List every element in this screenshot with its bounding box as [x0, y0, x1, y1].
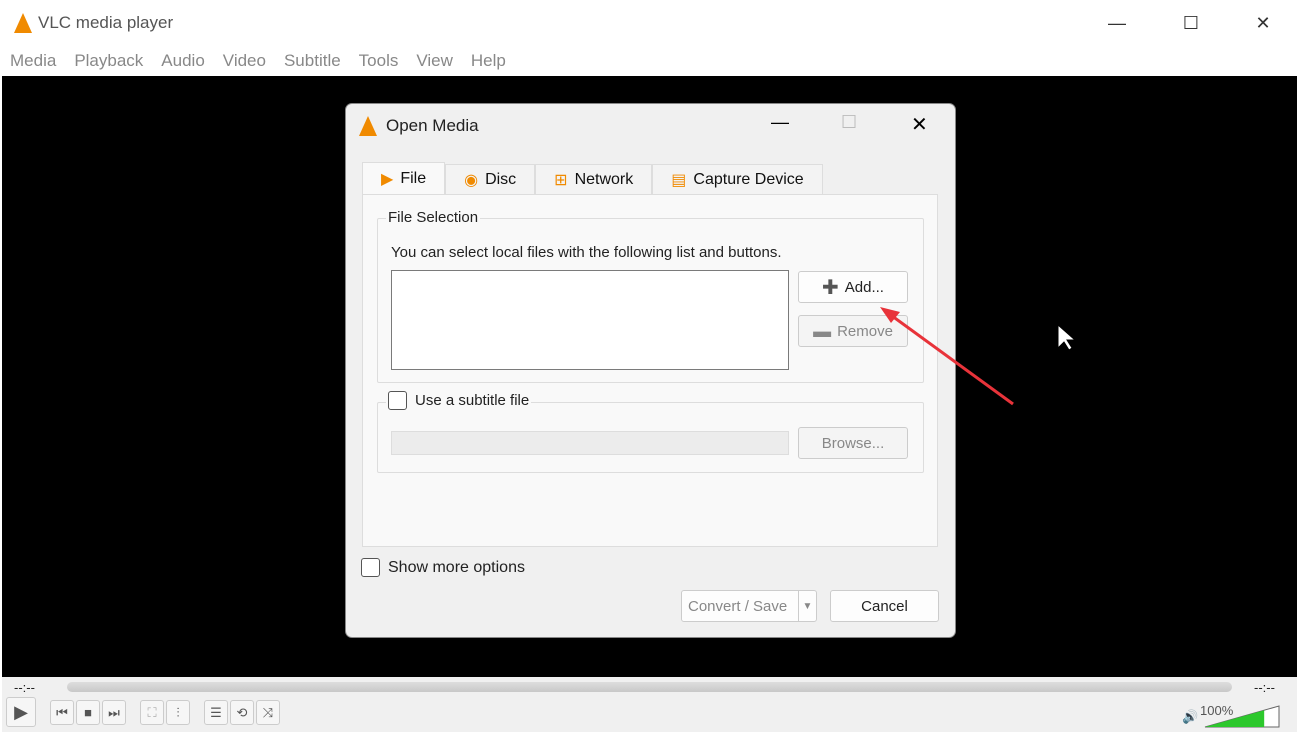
menu-tools[interactable]: Tools [359, 51, 399, 71]
remaining-time: --:-- [1254, 680, 1275, 695]
volume-slider[interactable] [1204, 705, 1280, 729]
previous-button[interactable]: ⏮ [50, 700, 74, 725]
disc-icon: ◉ [464, 171, 479, 189]
loop-button[interactable]: ⟲ [230, 700, 254, 725]
seek-slider[interactable] [67, 682, 1232, 692]
tab-capture-device[interactable]: ▤ Capture Device [652, 164, 823, 194]
file-selection-hint: You can select local files with the foll… [391, 244, 782, 261]
add-label: Add... [844, 278, 884, 296]
shuffle-button[interactable]: ⤨ [256, 700, 280, 725]
file-selection-label: File Selection [386, 209, 481, 226]
file-list[interactable] [391, 270, 789, 370]
stop-button[interactable]: ■ [76, 700, 100, 725]
tab-label: Disc [485, 170, 517, 188]
window-title: VLC media player [38, 13, 174, 32]
file-panel: File Selection You can select local file… [362, 194, 938, 547]
vlc-logo-icon [14, 13, 32, 33]
tab-bar: ▶ File ◉ Disc ⊞ Network ▤ Capture Device [362, 162, 823, 194]
tab-file[interactable]: ▶ File [362, 162, 446, 194]
menu-bar: Media Playback Audio Video Subtitle Tool… [0, 46, 514, 76]
tab-label: Network [574, 170, 634, 188]
subtitle-path-input [391, 431, 789, 455]
fullscreen-button[interactable]: ⛶ [140, 700, 164, 725]
tab-network[interactable]: ⊞ Network [535, 164, 653, 194]
tab-label: Capture Device [693, 170, 804, 188]
menu-media[interactable]: Media [10, 51, 56, 71]
menu-help[interactable]: Help [471, 51, 506, 71]
vlc-logo-icon [359, 116, 377, 136]
play-button[interactable]: ▶ [6, 697, 36, 727]
file-icon: ▶ [381, 170, 394, 188]
add-button[interactable]: ✚ Add... [798, 271, 908, 303]
subtitle-group: Use a subtitle file Browse... [377, 391, 924, 473]
elapsed-time: --:-- [14, 680, 35, 695]
menu-video[interactable]: Video [223, 51, 266, 71]
minus-icon: ▬ [813, 320, 832, 341]
minimize-button[interactable]: — [1082, 0, 1152, 46]
menu-audio[interactable]: Audio [161, 51, 204, 71]
capture-card-icon: ▤ [671, 171, 687, 189]
menu-playback[interactable]: Playback [74, 51, 143, 71]
dialog-title: Open Media [386, 116, 479, 135]
menu-subtitle[interactable]: Subtitle [284, 51, 341, 71]
show-more-label: Show more options [388, 558, 525, 576]
open-media-dialog: Open Media — ☐ ✕ ▶ File ◉ Disc ⊞ Network ▤ C… [345, 103, 956, 638]
dialog-minimize-button[interactable]: — [771, 112, 789, 133]
playlist-button[interactable]: ☰ [204, 700, 228, 725]
file-selection-group: File Selection You can select local file… [377, 209, 924, 383]
cancel-button[interactable]: Cancel [830, 590, 939, 622]
tab-label: File [400, 169, 427, 187]
convert-label: Convert / Save [688, 597, 788, 615]
subtitle-label: Use a subtitle file [415, 392, 530, 409]
volume-icon[interactable]: 🔊 [1182, 709, 1198, 725]
remove-button: ▬ Remove [798, 315, 908, 347]
browse-button: Browse... [798, 427, 908, 459]
maximize-button[interactable]: ☐ [1156, 0, 1226, 46]
extended-settings-button[interactable]: ⫶ [166, 700, 190, 725]
network-icon: ⊞ [554, 171, 568, 189]
close-button[interactable]: ✕ [1228, 0, 1298, 46]
chevron-down-icon[interactable]: ▼ [798, 591, 816, 621]
title-bar: VLC media player — ☐ ✕ [0, 0, 1299, 46]
dialog-close-button[interactable]: ✕ [911, 112, 928, 137]
tab-disc[interactable]: ◉ Disc [445, 164, 536, 194]
plus-icon: ✚ [822, 276, 839, 299]
remove-label: Remove [837, 322, 893, 340]
next-button[interactable]: ⏭ [102, 700, 126, 725]
subtitle-checkbox-row[interactable]: Use a subtitle file [386, 391, 532, 410]
show-more-options[interactable]: Show more options [361, 558, 525, 577]
dialog-maximize-button: ☐ [841, 112, 858, 132]
show-more-checkbox[interactable] [361, 558, 380, 577]
convert-save-button[interactable]: Convert / Save ▼ [681, 590, 817, 622]
menu-view[interactable]: View [416, 51, 453, 71]
controls-bar: --:-- --:-- ▶ ⏮ ■ ⏭ ⛶ ⫶ ☰ ⟲ ⤨ 🔊 100% [2, 677, 1297, 732]
subtitle-checkbox[interactable] [388, 391, 407, 410]
